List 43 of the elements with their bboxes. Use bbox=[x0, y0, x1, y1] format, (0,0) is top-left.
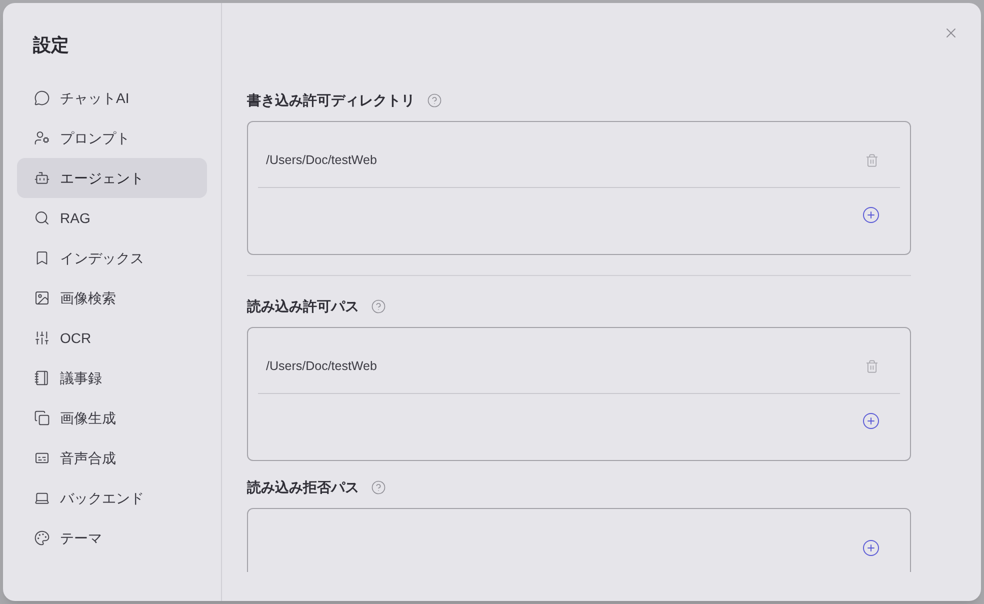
chat-bubble-icon bbox=[34, 90, 50, 106]
delete-button[interactable] bbox=[865, 153, 879, 168]
delete-button[interactable] bbox=[865, 359, 879, 374]
sliders-icon bbox=[34, 330, 50, 346]
image-icon bbox=[34, 290, 50, 306]
plus-circle-icon bbox=[862, 539, 880, 557]
section-heading: 書き込み許可ディレクトリ bbox=[247, 90, 415, 110]
sidebar-item[interactable]: 画像検索 bbox=[17, 278, 207, 318]
sidebar-item[interactable]: OCR bbox=[17, 318, 207, 358]
captions-icon bbox=[34, 450, 50, 466]
help-icon[interactable] bbox=[371, 480, 386, 494]
sidebar-item[interactable]: プロンプト bbox=[17, 118, 207, 158]
trash-icon bbox=[865, 359, 879, 374]
path-text: /Users/Doc/testWeb bbox=[266, 358, 378, 376]
section-heading: 読み込み許可パス bbox=[247, 296, 359, 316]
notebook-icon bbox=[34, 370, 50, 386]
help-icon[interactable] bbox=[371, 298, 386, 314]
sidebar-item[interactable]: チャットAI bbox=[17, 78, 207, 118]
add-button[interactable] bbox=[862, 539, 880, 557]
copy-icon bbox=[34, 410, 50, 426]
path-text: /Users/Doc/testWeb bbox=[266, 152, 378, 170]
plus-circle-icon bbox=[862, 412, 880, 430]
sidebar-item[interactable]: バックエンド bbox=[17, 478, 207, 518]
help-icon[interactable] bbox=[427, 92, 442, 108]
sidebar-item[interactable]: 議事録 bbox=[17, 358, 207, 398]
sidebar-item[interactable]: エージェント bbox=[17, 158, 207, 198]
sidebar-item[interactable]: 音声合成 bbox=[17, 438, 207, 478]
section-heading: 読み込み拒否パス bbox=[247, 478, 359, 496]
bookmark-icon bbox=[34, 250, 50, 266]
sidebar-item[interactable]: テーマ bbox=[17, 518, 207, 558]
sidebar-title: 設定 bbox=[32, 34, 70, 57]
palette-icon bbox=[34, 530, 50, 546]
add-button[interactable] bbox=[862, 206, 880, 224]
trash-icon bbox=[865, 153, 879, 168]
laptop-icon bbox=[34, 490, 50, 506]
sidebar-item[interactable]: RAG bbox=[17, 198, 207, 238]
sidebar-item[interactable]: インデックス bbox=[17, 238, 207, 278]
user-gear-icon bbox=[34, 130, 50, 146]
plus-circle-icon bbox=[862, 206, 880, 224]
add-button[interactable] bbox=[862, 412, 880, 430]
sidebar-item[interactable]: 画像生成 bbox=[17, 398, 207, 438]
robot-icon bbox=[34, 170, 50, 186]
search-icon bbox=[34, 210, 50, 226]
